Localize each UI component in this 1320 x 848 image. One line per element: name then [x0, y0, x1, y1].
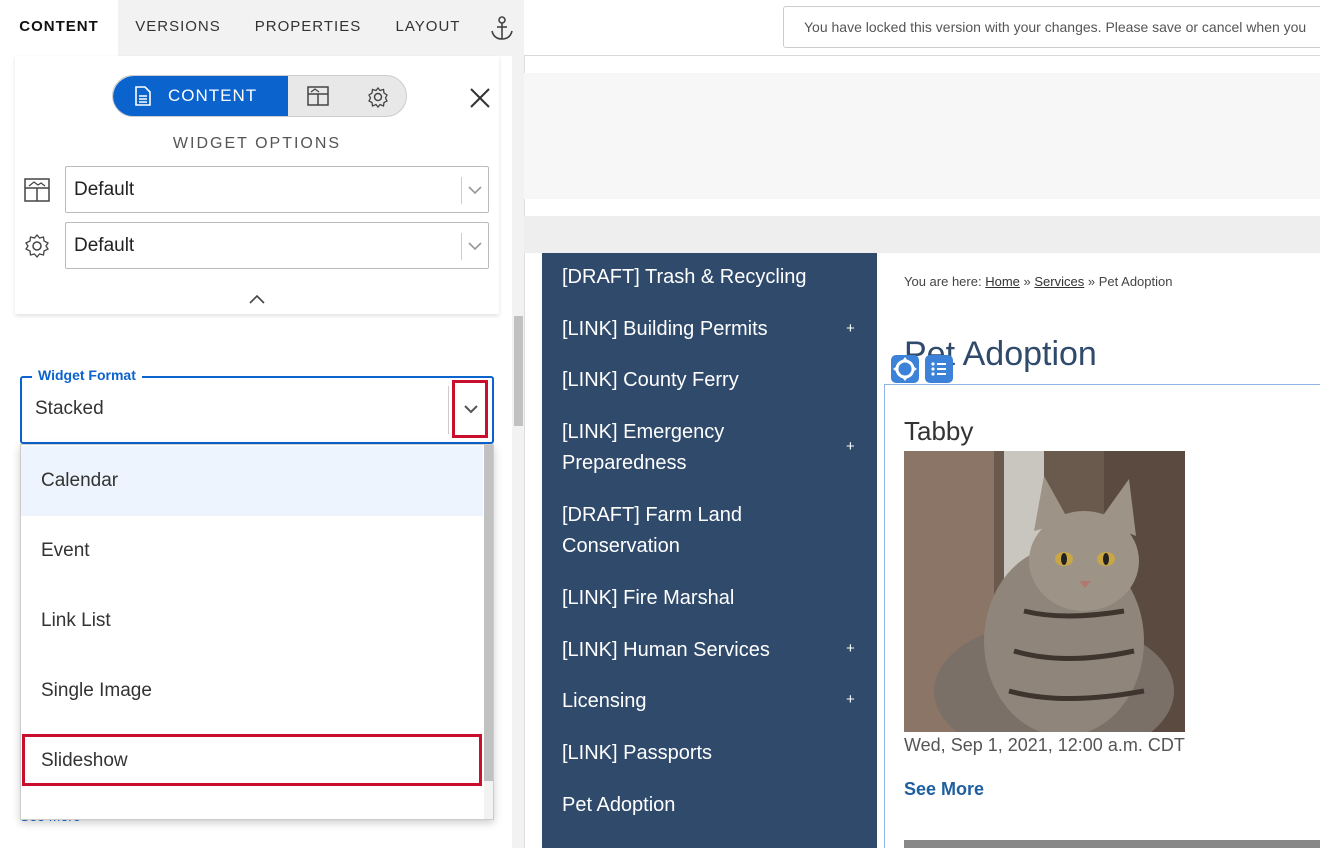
move-widget-icon[interactable]: [891, 355, 919, 383]
top-toolbar: CONTENT VERSIONS PROPERTIES LAYOUT You h…: [0, 0, 1320, 56]
item-image: [904, 451, 1185, 732]
dropdown-scrollbar-thumb[interactable]: [484, 445, 493, 781]
tab-content[interactable]: CONTENT: [0, 0, 118, 56]
dropdown-option-link-list[interactable]: Link List: [21, 586, 483, 656]
breadcrumb-prefix: You are here:: [904, 274, 982, 289]
chevron-down-icon: [468, 242, 482, 251]
nav-expand-plus[interactable]: +: [846, 320, 855, 337]
layout-select-value: Default: [74, 179, 135, 200]
select-divider: [461, 233, 462, 260]
nav-item-emergency-preparedness[interactable]: [LINK] Emergency Preparedness: [562, 417, 812, 479]
breadcrumb-home[interactable]: Home: [985, 274, 1020, 289]
see-more-link[interactable]: See More: [904, 779, 984, 800]
layout-icon: [24, 178, 50, 202]
nav-item-fire-marshal[interactable]: [LINK] Fire Marshal: [562, 583, 862, 614]
dropdown-option-event[interactable]: Event: [21, 516, 483, 586]
document-icon: [135, 86, 151, 106]
breadcrumb-current: Pet Adoption: [1098, 274, 1173, 289]
panel-scrollbar[interactable]: [512, 56, 524, 848]
nav-item-farm-land-conservation[interactable]: [DRAFT] Farm Land Conservation: [562, 500, 812, 562]
breadcrumb-separator: »: [1023, 274, 1031, 289]
dropdown-option-single-image[interactable]: Single Image: [21, 656, 483, 726]
nav-item-passports[interactable]: [LINK] Passports: [562, 738, 862, 769]
item-title: Tabby: [904, 416, 974, 446]
nav-item-trash-recycling[interactable]: [DRAFT] Trash & Recycling: [562, 262, 862, 293]
layout-select[interactable]: Default: [65, 166, 489, 213]
preview-strip: [524, 216, 1320, 253]
nav-item-pet-adoption[interactable]: Pet Adoption: [562, 790, 862, 821]
panel-scrollbar-thumb[interactable]: [514, 316, 523, 426]
tab-versions[interactable]: VERSIONS: [118, 0, 238, 56]
chevron-down-icon: [468, 186, 482, 195]
nav-item-human-services[interactable]: [LINK] Human Services: [562, 635, 862, 666]
chevron-down-icon: [464, 405, 478, 414]
nav-expand-plus[interactable]: +: [846, 691, 855, 708]
panel-mode-switch: CONTENT: [112, 75, 407, 117]
dropdown-option-calendar[interactable]: Calendar: [21, 446, 483, 516]
gear-icon: [25, 233, 49, 259]
preview-header-area: [524, 73, 1320, 199]
tab-layout[interactable]: LAYOUT: [378, 0, 478, 56]
nav-item-county-ferry[interactable]: [LINK] County Ferry: [562, 365, 862, 396]
tab-properties[interactable]: PROPERTIES: [238, 0, 378, 56]
chevron-up-icon[interactable]: [248, 292, 266, 306]
breadcrumb: You are here: Home » Services » Pet Adop…: [904, 274, 1172, 289]
nav-item-licensing[interactable]: Licensing: [562, 686, 862, 717]
next-item-image: [904, 840, 1320, 848]
widget-format-value: Stacked: [35, 398, 104, 419]
nav-expand-plus[interactable]: +: [846, 640, 855, 657]
breadcrumb-services[interactable]: Services: [1034, 274, 1084, 289]
widget-format-label: Widget Format: [32, 367, 142, 383]
settings-select-value: Default: [74, 235, 135, 256]
nav-item-building-permits[interactable]: [LINK] Building Permits: [562, 314, 862, 345]
list-icon[interactable]: [925, 355, 953, 383]
select-divider: [461, 177, 462, 204]
anchor-icon[interactable]: [488, 14, 516, 42]
close-icon[interactable]: [468, 86, 492, 110]
widget-format-toggle-button[interactable]: [452, 380, 488, 438]
layout-icon[interactable]: [307, 86, 329, 106]
mode-content-label: CONTENT: [168, 86, 258, 105]
settings-select[interactable]: Default: [65, 222, 489, 269]
lock-notice-banner: You have locked this version with your c…: [783, 6, 1320, 48]
mode-content-button[interactable]: CONTENT: [113, 76, 288, 116]
gear-icon[interactable]: [367, 86, 389, 108]
item-date: Wed, Sep 1, 2021, 12:00 a.m. CDT: [904, 735, 1185, 755]
slideshow-highlight-outline: [22, 734, 482, 786]
select-divider: [448, 386, 449, 434]
nav-expand-plus[interactable]: +: [846, 438, 855, 455]
breadcrumb-separator: »: [1087, 274, 1096, 289]
widget-options-title: WIDGET OPTIONS: [172, 135, 342, 152]
